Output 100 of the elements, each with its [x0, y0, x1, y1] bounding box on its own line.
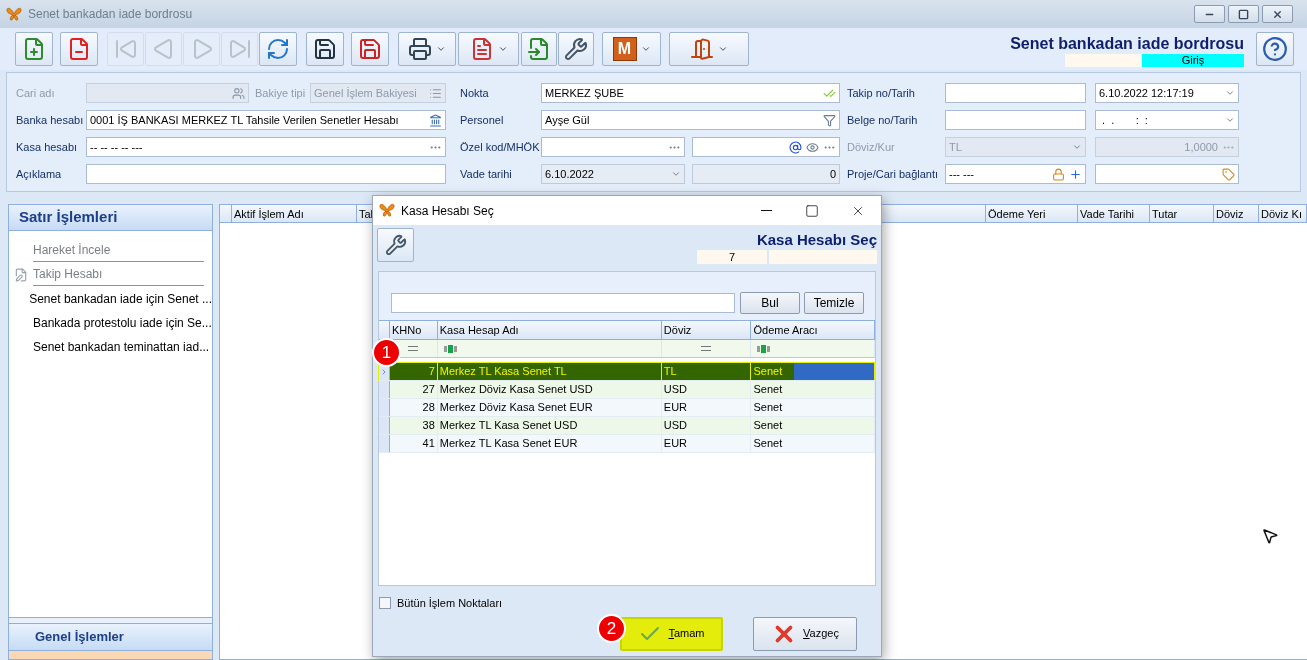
wrench-icon: [384, 234, 407, 256]
input-field[interactable]: -- -- -- -- ---: [86, 137, 446, 157]
mouse-cursor-icon: [1261, 527, 1279, 545]
checkbox[interactable]: [379, 597, 391, 610]
account-row[interactable]: 41 Merkez TL Kasa Senet EUR EUR Senet: [379, 435, 875, 453]
wrench-icon: [564, 37, 588, 61]
exit-door-icon: [690, 37, 714, 61]
ok-button[interactable]: Tamam: [620, 616, 723, 651]
table-cell: Senet: [751, 381, 875, 398]
table-cell: Senet: [751, 417, 875, 434]
equals-filter-icon[interactable]: [408, 346, 419, 351]
table-cell: 27: [389, 381, 438, 398]
input-field[interactable]: [541, 137, 685, 157]
field-label: Bakiye tipi: [255, 85, 307, 101]
panel-link[interactable]: Senet bankadan teminattan iad...: [33, 338, 210, 356]
remove-document-icon: [67, 37, 91, 61]
column-header[interactable]: Ödeme Aracı: [751, 321, 875, 339]
splitter-grip[interactable]: [9, 617, 212, 623]
input-field[interactable]: --- ---: [945, 164, 1086, 184]
column-header[interactable]: Ödeme Yeri: [986, 205, 1078, 222]
field-label: Takip no/Tarih: [847, 85, 916, 101]
pdf-toolbar-button[interactable]: [458, 32, 519, 66]
plus-icon[interactable]: [1069, 167, 1082, 181]
text-filter-icon[interactable]: [757, 344, 771, 353]
save-toolbar-button[interactable]: [306, 32, 344, 66]
table-cell: 28: [389, 399, 438, 416]
panel-link[interactable]: Senet bankadan iade için Senet ...: [29, 290, 212, 308]
selected-code: 7: [697, 250, 767, 264]
new-document-icon: [22, 37, 46, 61]
column-header[interactable]: Döviz Kı: [1259, 205, 1307, 222]
input-field[interactable]: [945, 83, 1086, 103]
table-cell: Merkez TL Kasa Senet TL: [437, 363, 662, 380]
column-header[interactable]: Tutar: [1150, 205, 1214, 222]
settings-button[interactable]: [377, 228, 414, 262]
table-cell: EUR: [661, 399, 752, 416]
m-logo: M: [612, 37, 637, 61]
save-icon: [313, 37, 337, 61]
field-label: Özel kod/MHÖK: [460, 139, 541, 155]
table-cell: Senet: [751, 435, 875, 452]
tools-toolbar-button[interactable]: [558, 32, 594, 66]
text-filter-icon[interactable]: [443, 344, 457, 353]
new-toolbar-button[interactable]: [15, 32, 53, 66]
input-field[interactable]: [1095, 164, 1239, 184]
input-field[interactable]: Ayşe Gül: [541, 110, 840, 130]
dropdown-field[interactable]: . . : :: [1095, 110, 1239, 130]
search-field[interactable]: [391, 293, 735, 313]
table-cell: Senet: [751, 363, 875, 380]
column-header[interactable]: Döviz: [661, 321, 752, 339]
account-row[interactable]: 38 Merkez TL Kasa Senet USD USD Senet: [379, 417, 875, 435]
input-field[interactable]: [692, 137, 840, 157]
m-menu-toolbar-button[interactable]: M: [602, 32, 661, 66]
panel-footer[interactable]: Genel İşlemler: [9, 623, 212, 651]
panel-heading: Satır İşlemleri: [9, 205, 212, 231]
account-row[interactable]: 7 Merkez TL Kasa Senet TL TL Senet: [379, 363, 875, 381]
caret-icon[interactable]: [1225, 115, 1235, 125]
maximize-button[interactable]: [1228, 5, 1259, 23]
exit-toolbar-button[interactable]: [669, 32, 749, 66]
panel-link[interactable]: Bankada protestolu iade için Se...: [33, 314, 212, 332]
refresh-toolbar-button[interactable]: [259, 32, 297, 66]
column-header[interactable]: Aktif İşlem Adı: [232, 205, 357, 222]
field-label: Personel: [460, 112, 505, 128]
equals-filter-icon[interactable]: [701, 346, 712, 351]
account-row[interactable]: 27 Merkez Döviz Kasa Senet USD USD Senet: [379, 381, 875, 399]
clear-button[interactable]: Temizle: [804, 292, 864, 314]
form-heading: Senet bankadan iade bordrosu: [1010, 33, 1244, 54]
at-sign-icon[interactable]: [789, 140, 802, 154]
print-toolbar-button[interactable]: [398, 32, 456, 66]
input-field[interactable]: [86, 164, 446, 184]
caret-icon[interactable]: [1225, 88, 1235, 98]
dropdown-field[interactable]: 6.10.2022: [541, 164, 685, 184]
field-label: Açıklama: [16, 166, 63, 182]
close-button[interactable]: [1262, 5, 1293, 23]
maximize-icon: [1238, 8, 1249, 20]
tag-icon[interactable]: [1222, 167, 1235, 181]
cancel-button[interactable]: Vazgeç: [753, 616, 857, 651]
input-field[interactable]: [945, 110, 1086, 130]
delete-toolbar-button[interactable]: [60, 32, 98, 66]
dropdown-field[interactable]: 6.10.2022 12:17:19: [1095, 83, 1239, 103]
field-label: Cari adı: [16, 85, 56, 101]
eye-icon[interactable]: [806, 140, 819, 154]
input-field[interactable]: 0001 İŞ BANKASI MERKEZ TL Tahsile Verilen Senetler Hesabı: [86, 110, 446, 130]
column-header[interactable]: Kasa Hesap Adı: [437, 321, 662, 339]
caret-icon: [436, 44, 446, 54]
find-button[interactable]: Bul: [740, 292, 800, 314]
last-record-icon: [227, 37, 252, 61]
table-cell: USD: [661, 417, 752, 434]
import-toolbar-button[interactable]: [521, 32, 557, 66]
input-field[interactable]: MERKEZ ŞUBE: [541, 83, 840, 103]
column-header[interactable]: Vade Tarihi: [1078, 205, 1150, 222]
mode-status: Giriş: [1142, 53, 1244, 67]
account-row[interactable]: 28 Merkez Döviz Kasa Senet EUR EUR Senet: [379, 399, 875, 417]
filter-icon[interactable]: [823, 113, 836, 127]
bank-icon[interactable]: [429, 113, 442, 127]
discard-toolbar-button[interactable]: [351, 32, 389, 66]
field-label: Belge no/Tarih: [847, 112, 919, 128]
lock-icon[interactable]: [1052, 167, 1065, 181]
input-field[interactable]: 0: [692, 164, 840, 184]
caret-icon[interactable]: [671, 169, 681, 179]
help-button[interactable]: [1256, 32, 1294, 66]
column-header[interactable]: Döviz: [1214, 205, 1259, 222]
